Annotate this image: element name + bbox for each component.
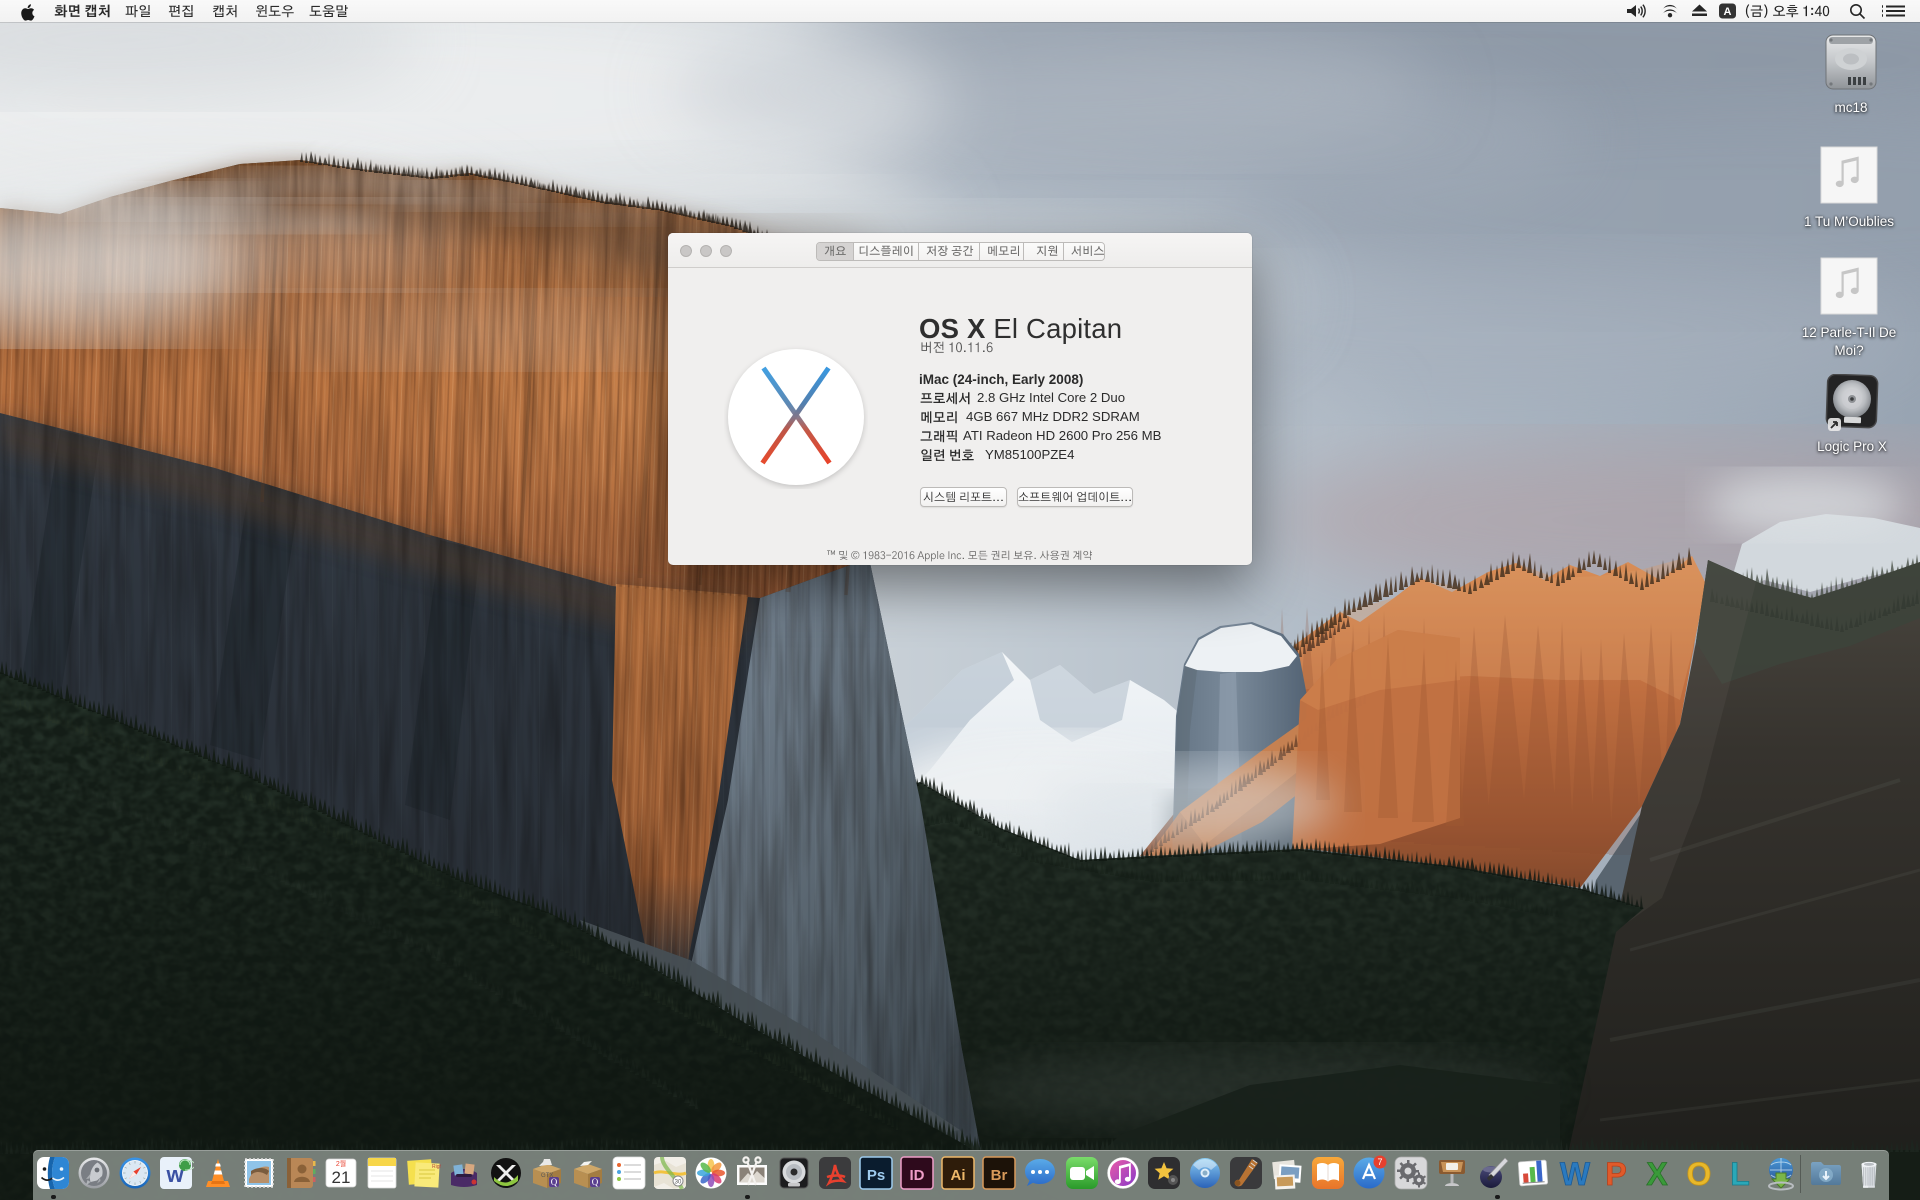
svg-text:21: 21	[332, 1168, 351, 1187]
svg-text:O: O	[1687, 1156, 1712, 1191]
svg-text:W: W	[1560, 1156, 1591, 1191]
svg-text:Ps: Ps	[867, 1167, 885, 1184]
svg-text:Ai: Ai	[951, 1167, 966, 1184]
svg-text:7: 7	[1377, 1157, 1382, 1167]
svg-text:2월: 2월	[336, 1159, 346, 1168]
svg-text:A: A	[1724, 6, 1732, 18]
svg-text:Q: Q	[551, 1177, 558, 1187]
svg-text:Right: Right	[432, 1164, 441, 1170]
svg-text:L: L	[1730, 1156, 1750, 1191]
svg-text:Q: Q	[592, 1177, 599, 1187]
svg-text:30: 30	[675, 1180, 682, 1186]
svg-text:ID: ID	[910, 1167, 925, 1184]
svg-text:P: P	[1605, 1156, 1626, 1191]
svg-text:X: X	[1646, 1156, 1668, 1191]
svg-text:Br: Br	[991, 1167, 1008, 1184]
